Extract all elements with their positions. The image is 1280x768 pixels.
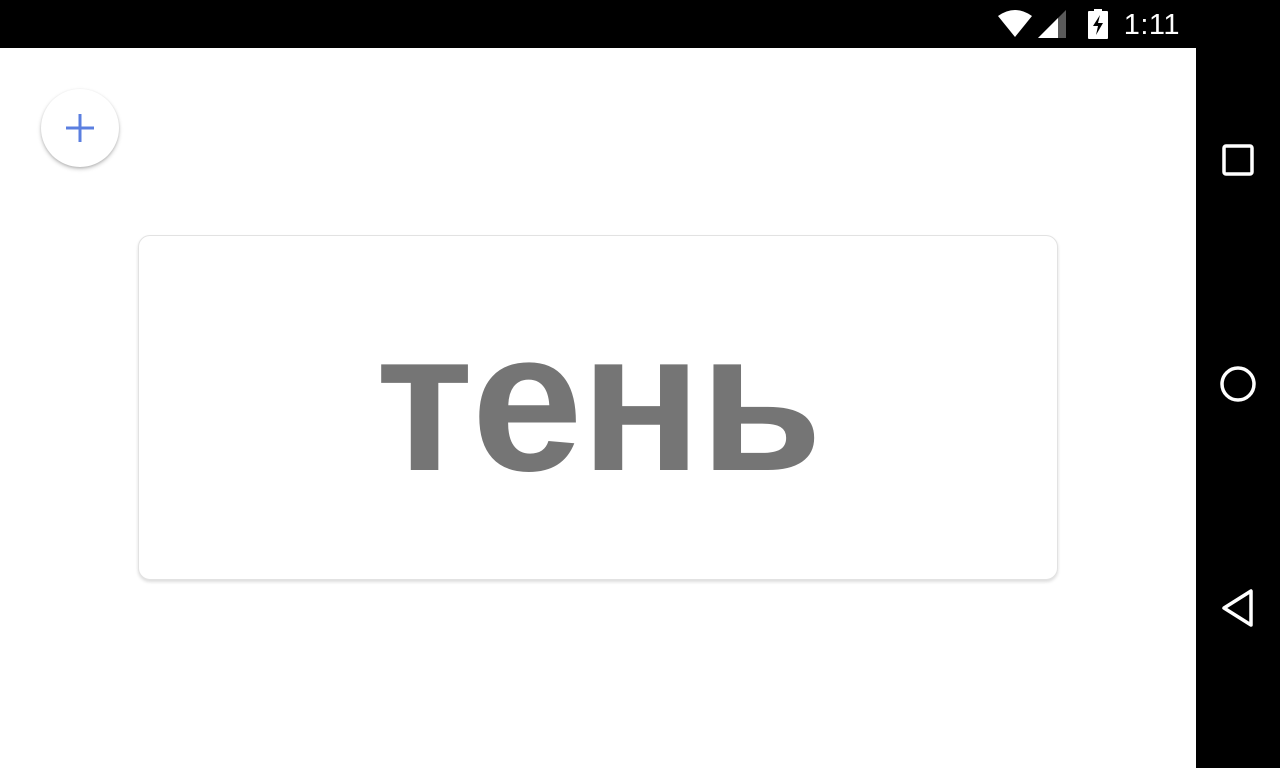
home-button[interactable] bbox=[1208, 354, 1268, 414]
word-card[interactable]: тень bbox=[138, 235, 1058, 580]
recents-icon bbox=[1221, 143, 1255, 177]
card-word: тень bbox=[375, 289, 823, 513]
app-content: тень bbox=[0, 48, 1196, 768]
navigation-bar bbox=[1196, 48, 1280, 768]
back-button[interactable] bbox=[1208, 578, 1268, 638]
status-bar: 1:11 bbox=[0, 0, 1280, 48]
back-icon bbox=[1220, 588, 1256, 628]
cellular-signal-icon bbox=[1037, 10, 1066, 38]
battery-charging-icon bbox=[1087, 9, 1108, 39]
plus-icon bbox=[65, 113, 95, 143]
clock: 1:11 bbox=[1123, 8, 1180, 41]
home-icon bbox=[1219, 365, 1257, 403]
status-icons: 1:11 bbox=[997, 0, 1180, 48]
add-button[interactable] bbox=[41, 89, 119, 167]
recents-button[interactable] bbox=[1208, 130, 1268, 190]
wifi-icon bbox=[997, 10, 1032, 38]
